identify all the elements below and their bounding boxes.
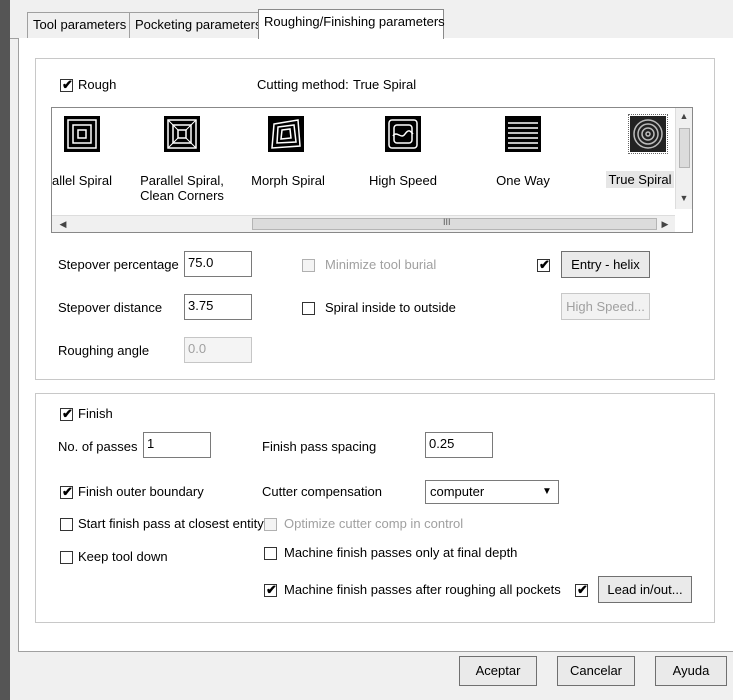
one-way-icon[interactable] bbox=[505, 116, 541, 152]
roughing-angle-input[interactable]: 0.0 bbox=[184, 337, 252, 363]
check-mark-icon: ✔ bbox=[62, 77, 73, 92]
vertical-scrollbar[interactable]: ▲ ▼ bbox=[675, 108, 692, 209]
high-speed-icon[interactable] bbox=[385, 116, 421, 152]
method-label-high-speed[interactable]: High Speed bbox=[362, 173, 444, 188]
method-label-one-way[interactable]: One Way bbox=[482, 173, 564, 188]
stepover-distance-label: Stepover distance bbox=[58, 300, 163, 315]
vertical-scroll-thumb[interactable] bbox=[679, 128, 690, 168]
entry-helix-checkbox[interactable]: ✔ bbox=[537, 257, 550, 272]
tab-roughing-finishing-parameters[interactable]: Roughing/Finishing parameters bbox=[258, 9, 445, 39]
machine-final-depth-checkbox[interactable] bbox=[264, 547, 277, 560]
cancel-button[interactable]: Cancelar bbox=[557, 656, 635, 686]
entry-helix-button[interactable]: Entry - helix bbox=[561, 251, 650, 278]
check-mark-icon: ✔ bbox=[62, 484, 73, 499]
high-speed-button[interactable]: High Speed... bbox=[561, 293, 650, 320]
check-mark-icon: ✔ bbox=[266, 582, 277, 597]
optimize-cutter-comp-checkbox[interactable] bbox=[264, 518, 277, 531]
stepover-percentage-label: Stepover percentage bbox=[58, 257, 179, 272]
no-of-passes-input[interactable]: 1 bbox=[143, 432, 211, 458]
chevron-down-icon[interactable]: ▼ bbox=[537, 482, 557, 502]
morph-spiral-icon[interactable] bbox=[268, 116, 304, 152]
cutting-method-label: Cutting method: bbox=[257, 77, 349, 92]
finish-pass-spacing-label: Finish pass spacing bbox=[262, 439, 377, 454]
minimize-tool-burial-checkbox[interactable] bbox=[302, 259, 315, 272]
lead-inout-button[interactable]: Lead in/out... bbox=[598, 576, 692, 603]
scroll-up-icon[interactable]: ▲ bbox=[677, 110, 691, 122]
finish-pass-spacing-input[interactable]: 0.25 bbox=[425, 432, 493, 458]
scroll-down-icon[interactable]: ▼ bbox=[677, 192, 691, 204]
check-mark-icon: ✔ bbox=[577, 582, 588, 597]
machine-after-roughing-checkbox[interactable]: ✔ bbox=[264, 582, 277, 597]
horizontal-scroll-thumb[interactable]: III bbox=[252, 217, 657, 230]
spiral-inside-to-outside-checkbox[interactable] bbox=[302, 302, 315, 315]
machine-final-depth-label: Machine finish passes only at final dept… bbox=[284, 545, 518, 560]
scroll-right-icon[interactable]: ▶ bbox=[658, 218, 672, 230]
scroll-grip-icon: III bbox=[443, 217, 451, 227]
method-label-parallel-spiral-clean-corners[interactable]: Parallel Spiral, Clean Corners bbox=[132, 173, 232, 203]
finish-outer-boundary-label: Finish outer boundary bbox=[78, 484, 204, 499]
cutting-method-value: True Spiral bbox=[353, 77, 417, 92]
optimize-cutter-comp-label: Optimize cutter comp in control bbox=[284, 516, 464, 531]
keep-tool-down-label: Keep tool down bbox=[78, 549, 168, 564]
parallel-spiral-clean-corners-icon[interactable] bbox=[164, 116, 200, 152]
keep-tool-down-checkbox[interactable] bbox=[60, 551, 73, 564]
lead-inout-checkbox[interactable]: ✔ bbox=[575, 582, 588, 597]
minimize-tool-burial-label: Minimize tool burial bbox=[325, 257, 437, 272]
help-button[interactable]: Ayuda bbox=[655, 656, 727, 686]
spiral-inside-to-outside-label: Spiral inside to outside bbox=[325, 300, 456, 315]
window-edge bbox=[0, 0, 10, 700]
start-finish-pass-label: Start finish pass at closest entity bbox=[78, 516, 264, 531]
finish-checkbox[interactable]: ✔ bbox=[60, 406, 73, 421]
finish-outer-boundary-checkbox[interactable]: ✔ bbox=[60, 484, 73, 499]
cutter-compensation-value: computer bbox=[430, 484, 485, 499]
stepover-distance-input[interactable]: 3.75 bbox=[184, 294, 252, 320]
true-spiral-icon[interactable] bbox=[628, 114, 668, 154]
roughing-angle-label: Roughing angle bbox=[58, 343, 150, 358]
cutting-method-list[interactable]: allel Spiral Parallel Spiral, Clean Corn… bbox=[51, 107, 693, 233]
stepover-percentage-input[interactable]: 75.0 bbox=[184, 251, 252, 277]
cutter-compensation-select[interactable]: computer ▼ bbox=[425, 480, 559, 504]
method-label-parallel-spiral[interactable]: allel Spiral bbox=[52, 173, 112, 188]
start-finish-pass-checkbox[interactable] bbox=[60, 518, 73, 531]
tab-pocketing-parameters[interactable]: Pocketing parameters bbox=[129, 12, 261, 38]
no-of-passes-label: No. of passes bbox=[58, 439, 138, 454]
parallel-spiral-icon[interactable] bbox=[64, 116, 100, 152]
true-spiral-label[interactable]: True Spiral bbox=[606, 171, 674, 188]
method-label-true-spiral[interactable]: True Spiral bbox=[602, 171, 678, 188]
tab-tool-parameters[interactable]: Tool parameters bbox=[27, 12, 130, 38]
check-mark-icon: ✔ bbox=[62, 406, 73, 421]
rough-checkbox[interactable]: ✔ bbox=[60, 77, 73, 92]
scroll-left-icon[interactable]: ◀ bbox=[56, 218, 70, 230]
machine-after-roughing-label: Machine finish passes after roughing all… bbox=[284, 582, 561, 597]
horizontal-scrollbar[interactable]: ◀ III ▶ bbox=[52, 215, 675, 232]
rough-label: Rough bbox=[78, 77, 117, 92]
finish-label: Finish bbox=[78, 406, 113, 421]
cutter-compensation-label: Cutter compensation bbox=[262, 484, 382, 499]
ok-button[interactable]: Aceptar bbox=[459, 656, 537, 686]
method-label-morph-spiral[interactable]: Morph Spiral bbox=[248, 173, 328, 188]
check-mark-icon: ✔ bbox=[539, 257, 550, 272]
